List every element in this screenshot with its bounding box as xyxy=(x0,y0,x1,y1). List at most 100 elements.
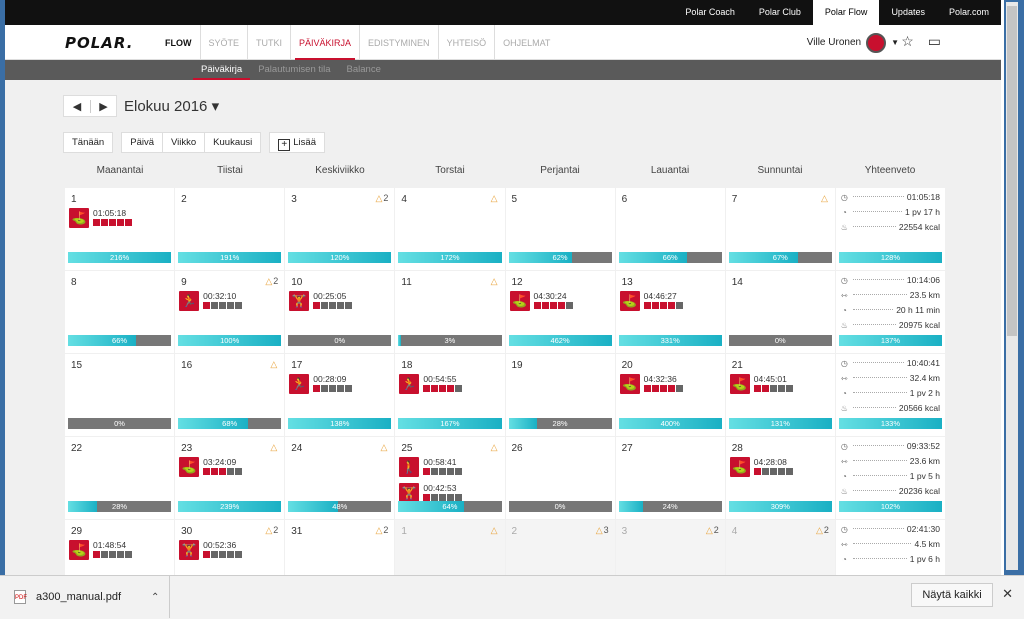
day-number[interactable]: 22 xyxy=(71,443,82,454)
day-cell[interactable]: 30 △2 🏋 00:52:36 xyxy=(175,520,285,575)
day-cell[interactable]: 18 🏃 00:54:55 167% xyxy=(395,354,505,436)
training-target-icon[interactable]: △2 xyxy=(375,525,388,536)
chevron-up-icon[interactable]: ⌃ xyxy=(151,592,159,603)
day-cell[interactable]: 12 ⛳ 04:30:24 462% xyxy=(505,271,615,353)
day-number[interactable]: 5 xyxy=(512,194,518,205)
week-view-button[interactable]: Viikko xyxy=(163,133,206,152)
day-number[interactable]: 3 xyxy=(622,526,628,537)
day-cell[interactable]: 5 62% xyxy=(505,188,615,270)
day-cell[interactable]: 23 △ ⛳ 03:24:09 239% xyxy=(175,437,285,519)
training-session[interactable]: 🏃 00:32:10 xyxy=(179,291,243,311)
day-number[interactable]: 2 xyxy=(512,526,518,537)
training-session[interactable]: 🏋 00:52:36 xyxy=(179,540,243,560)
nav-item[interactable]: SYÖTE xyxy=(201,25,249,60)
nav-item[interactable]: OHJELMAT xyxy=(495,25,558,60)
run-sport-icon[interactable]: 🏃 xyxy=(179,291,200,311)
day-cell[interactable]: 2 △3 xyxy=(505,520,615,575)
day-number[interactable]: 1 xyxy=(71,194,77,205)
day-number[interactable]: 20 xyxy=(622,360,633,371)
golf-sport-icon[interactable]: ⛳ xyxy=(729,457,750,477)
training-target-icon[interactable]: △ xyxy=(491,276,499,287)
day-cell[interactable]: 8 66% xyxy=(65,271,175,353)
day-cell[interactable]: 4 △2 xyxy=(725,520,835,575)
training-target-icon[interactable]: △ xyxy=(491,525,499,536)
day-number[interactable]: 3 xyxy=(291,194,297,205)
message-icon[interactable]: ▭ xyxy=(928,33,941,50)
day-cell[interactable]: 17 🏃 00:28:09 138% xyxy=(285,354,395,436)
day-cell[interactable]: 11 △ 3% xyxy=(395,271,505,353)
nav-item[interactable]: YHTEISÖ xyxy=(439,25,496,60)
day-cell[interactable]: 3 △2 120% xyxy=(285,188,395,270)
day-number[interactable]: 15 xyxy=(71,360,82,371)
training-target-icon[interactable]: △ xyxy=(491,442,499,453)
avatar[interactable] xyxy=(866,32,887,53)
day-number[interactable]: 6 xyxy=(622,194,628,205)
day-cell[interactable]: 25 △ 🚶 00:58:41 🏋 00:42:53 64% xyxy=(395,437,505,519)
day-number[interactable]: 17 xyxy=(291,360,302,371)
golf-sport-icon[interactable]: ⛳ xyxy=(179,457,200,477)
day-number[interactable]: 13 xyxy=(622,277,633,288)
training-session[interactable]: 🏋 00:25:05 xyxy=(289,291,353,311)
prev-month-button[interactable]: ◀ xyxy=(64,100,90,113)
nav-item[interactable]: PÄIVÄKIRJA xyxy=(291,25,361,60)
training-session[interactable]: ⛳ 04:30:24 xyxy=(509,291,573,311)
training-target-icon[interactable]: △ xyxy=(380,442,388,453)
golf-sport-icon[interactable]: ⛳ xyxy=(729,374,750,394)
day-cell[interactable]: 2 191% xyxy=(175,188,285,270)
run-sport-icon[interactable]: 🏃 xyxy=(289,374,310,394)
golf-sport-icon[interactable]: ⛳ xyxy=(69,208,89,228)
top-link[interactable]: Polar.com xyxy=(937,0,1001,25)
day-cell[interactable]: 19 28% xyxy=(505,354,615,436)
training-target-icon[interactable]: △3 xyxy=(596,525,609,536)
training-session[interactable]: ⛳ 03:24:09 xyxy=(179,457,243,477)
month-view-button[interactable]: Kuukausi xyxy=(205,133,261,152)
close-icon[interactable]: ✕ xyxy=(1002,586,1013,602)
day-cell[interactable]: 7 △ 67% xyxy=(725,188,835,270)
day-cell[interactable]: 9 △2 🏃 00:32:10 100% xyxy=(175,271,285,353)
training-session[interactable]: ⛳ 01:05:18 xyxy=(69,208,132,228)
day-number[interactable]: 8 xyxy=(71,277,77,288)
day-cell[interactable]: 31 △2 xyxy=(285,520,395,575)
day-number[interactable]: 26 xyxy=(512,443,523,454)
training-session[interactable]: 🏋 00:42:53 xyxy=(399,483,463,503)
day-cell[interactable]: 6 66% xyxy=(615,188,725,270)
strength-sport-icon[interactable]: 🏋 xyxy=(289,291,310,311)
golf-sport-icon[interactable]: ⛳ xyxy=(619,291,640,311)
day-number[interactable]: 10 xyxy=(291,277,302,288)
scrollbar-thumb[interactable] xyxy=(1007,6,1017,336)
day-number[interactable]: 18 xyxy=(401,360,412,371)
nav-item[interactable]: FLOW xyxy=(157,25,201,60)
training-session[interactable]: ⛳ 01:48:54 xyxy=(69,540,132,560)
subnav-tab[interactable]: Balance xyxy=(339,60,389,80)
training-session[interactable]: ⛳ 04:28:08 xyxy=(729,457,793,477)
top-link[interactable]: Polar Coach xyxy=(673,0,747,25)
training-target-icon[interactable]: △2 xyxy=(816,525,829,536)
training-target-icon[interactable]: △2 xyxy=(706,525,719,536)
day-cell[interactable]: 16 △ 68% xyxy=(175,354,285,436)
day-cell[interactable]: 15 0% xyxy=(65,354,175,436)
training-session[interactable]: ⛳ 04:45:01 xyxy=(729,374,793,394)
training-session[interactable]: 🏃 00:28:09 xyxy=(289,374,353,394)
training-target-icon[interactable]: △2 xyxy=(265,276,278,287)
day-number[interactable]: 9 xyxy=(181,277,187,288)
today-button[interactable]: Tänään xyxy=(63,132,114,153)
nav-item[interactable]: EDISTYMINEN xyxy=(360,25,439,60)
top-link[interactable]: Updates xyxy=(879,0,937,25)
user-name[interactable]: Ville Uronen xyxy=(807,37,861,48)
day-number[interactable]: 4 xyxy=(732,526,738,537)
next-month-button[interactable]: ▶ xyxy=(90,99,116,113)
training-target-icon[interactable]: △ xyxy=(491,193,499,204)
person-sport-icon[interactable]: 🚶 xyxy=(399,457,420,477)
nav-item[interactable]: TUTKI xyxy=(248,25,292,60)
day-number[interactable]: 1 xyxy=(401,526,407,537)
day-number[interactable]: 27 xyxy=(622,443,633,454)
day-cell[interactable]: 26 0% xyxy=(505,437,615,519)
subnav-tab[interactable]: Palautumisen tila xyxy=(250,60,338,80)
day-view-button[interactable]: Päivä xyxy=(122,133,163,152)
day-number[interactable]: 14 xyxy=(732,277,743,288)
vertical-scrollbar[interactable] xyxy=(1006,2,1018,570)
day-cell[interactable]: 13 ⛳ 04:46:27 331% xyxy=(615,271,725,353)
day-number[interactable]: 16 xyxy=(181,360,192,371)
training-target-icon[interactable]: △2 xyxy=(375,193,388,204)
day-number[interactable]: 21 xyxy=(732,360,743,371)
